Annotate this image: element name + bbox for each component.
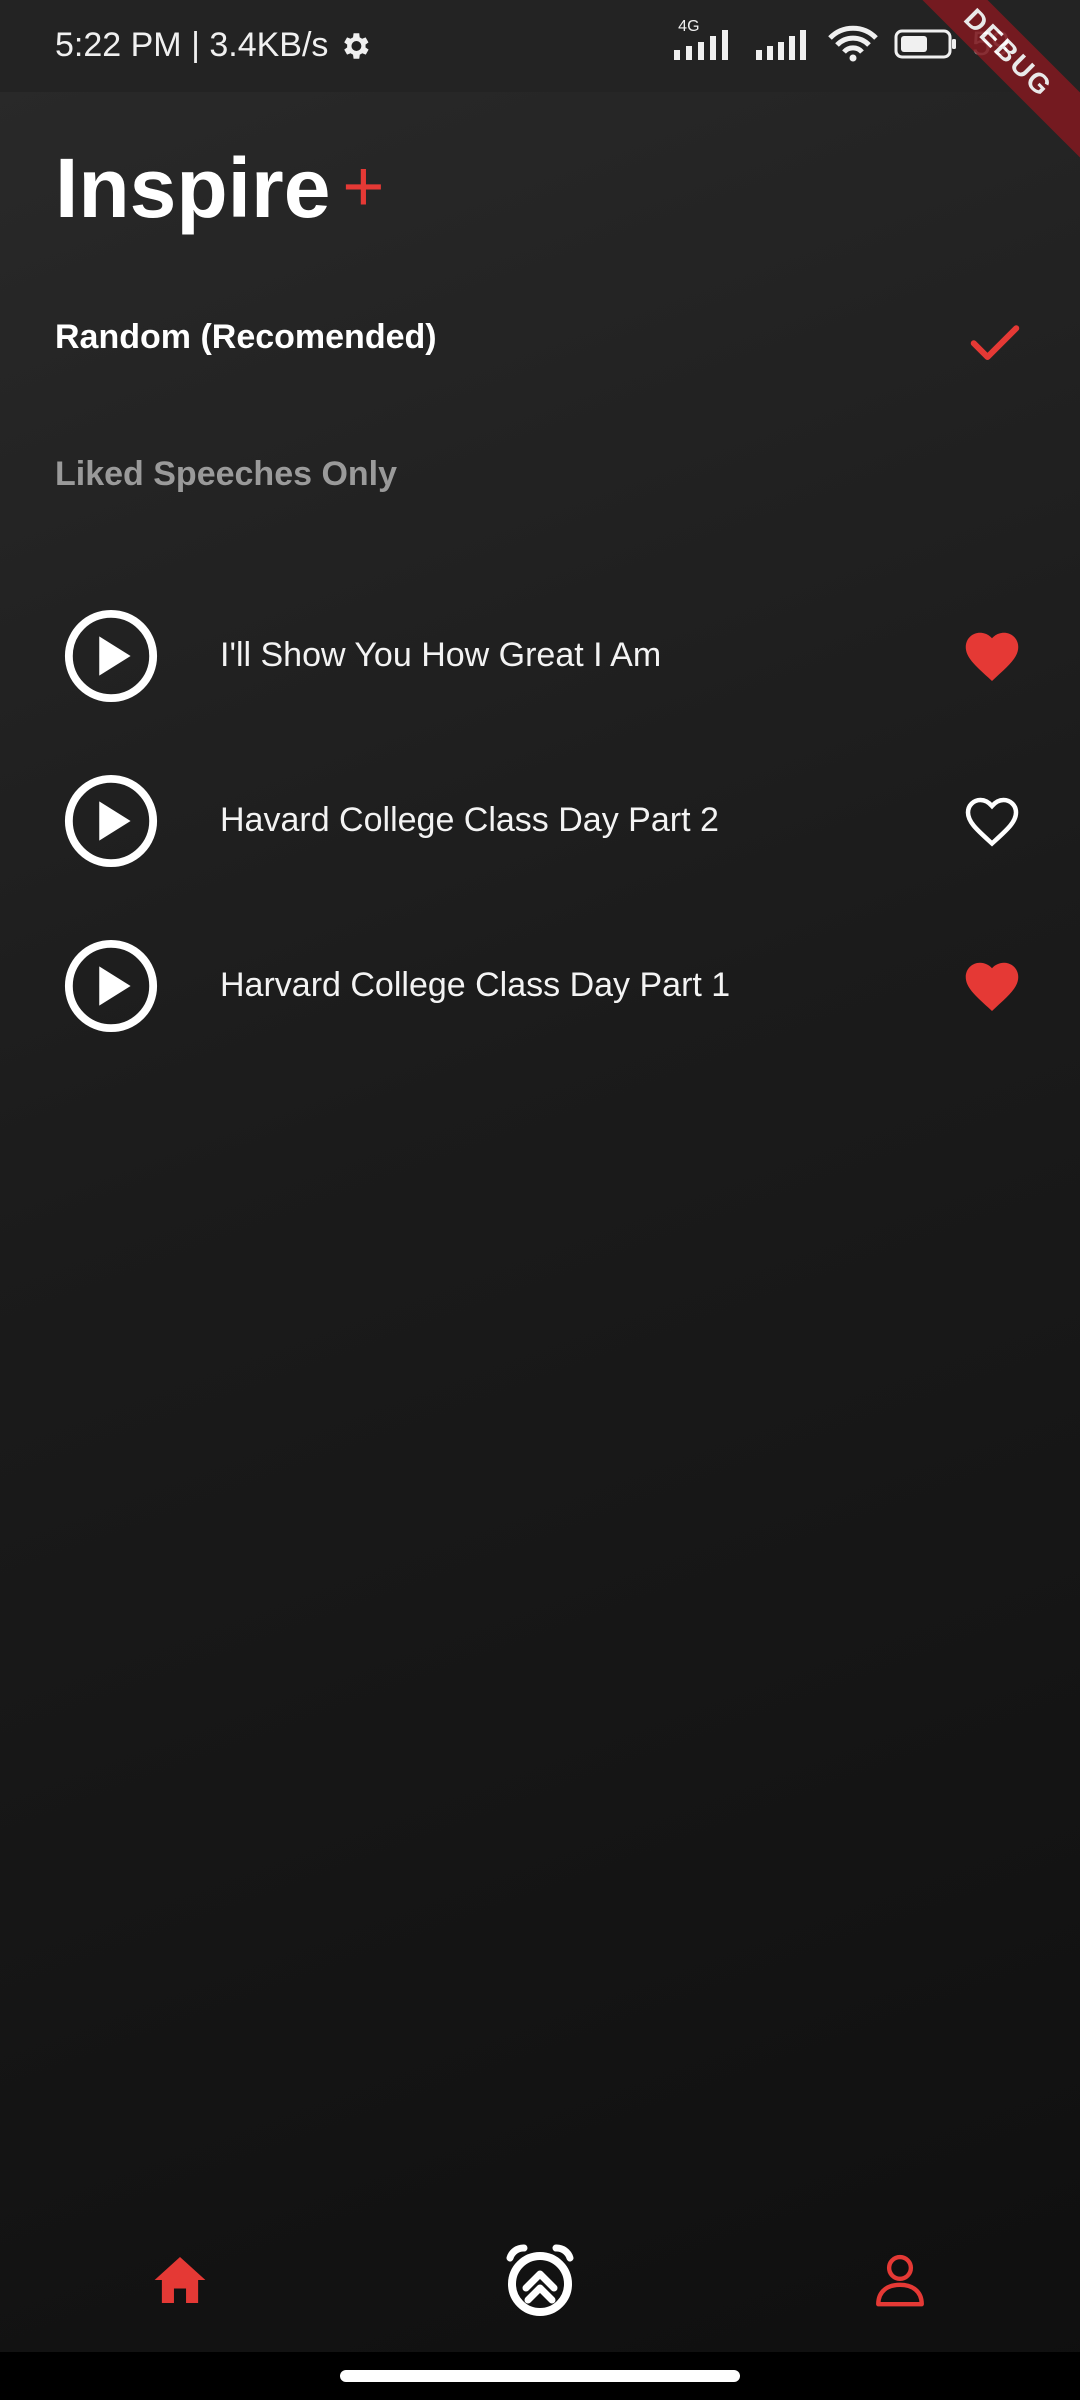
home-icon xyxy=(154,2257,206,2303)
status-time-text: 5:22 PM | 3.4KB/s xyxy=(55,26,329,64)
speech-title: Havard College Class Day Part 2 xyxy=(220,801,719,839)
play-circle-icon[interactable] xyxy=(62,607,160,705)
page-title: Inspire + xyxy=(55,140,384,237)
speech-list-item[interactable]: Havard College Class Day Part 2 xyxy=(0,761,1080,881)
bottom-navigation xyxy=(0,2215,1080,2345)
speech-list-item[interactable]: Harvard College Class Day Part 1 xyxy=(0,926,1080,1046)
home-indicator[interactable] xyxy=(340,2370,740,2382)
battery-icon xyxy=(894,29,957,59)
app-title-plus: + xyxy=(342,146,385,227)
settings-gear-icon xyxy=(344,32,370,59)
nav-alarm-button[interactable] xyxy=(495,2235,585,2325)
heart-filled-icon[interactable] xyxy=(962,628,1022,684)
heart-filled-icon[interactable] xyxy=(962,958,1022,1014)
wifi-icon xyxy=(828,25,878,62)
speech-title: Harvard College Class Day Part 1 xyxy=(220,966,731,1004)
play-circle-icon[interactable] xyxy=(62,772,160,870)
app-title-text: Inspire xyxy=(55,141,331,235)
speech-list-item[interactable]: I'll Show You How Great I Am xyxy=(0,596,1080,716)
signal-4g-icon: 4G xyxy=(672,18,740,64)
play-circle-icon[interactable] xyxy=(62,937,160,1035)
app-screen: 5:22 PM | 3.4KB/s 4G DEBUG Inspire + Ran… xyxy=(0,0,1080,2400)
status-bar: 5:22 PM | 3.4KB/s 4G xyxy=(0,0,1080,92)
speech-title: I'll Show You How Great I Am xyxy=(220,636,662,674)
profile-icon xyxy=(876,2254,924,2307)
check-icon xyxy=(970,325,1020,360)
nav-profile-button[interactable] xyxy=(855,2235,945,2325)
network-type-label: 4G xyxy=(678,18,700,35)
alarm-icon xyxy=(506,2244,574,2316)
status-time: 5:22 PM | 3.4KB/s xyxy=(55,26,372,65)
signal-icon xyxy=(756,30,807,60)
filter-random-option[interactable]: Random (Recomended) xyxy=(55,318,437,357)
filter-liked-option[interactable]: Liked Speeches Only xyxy=(55,455,397,494)
nav-home-button[interactable] xyxy=(135,2235,225,2325)
heart-outline-icon[interactable] xyxy=(962,793,1022,849)
